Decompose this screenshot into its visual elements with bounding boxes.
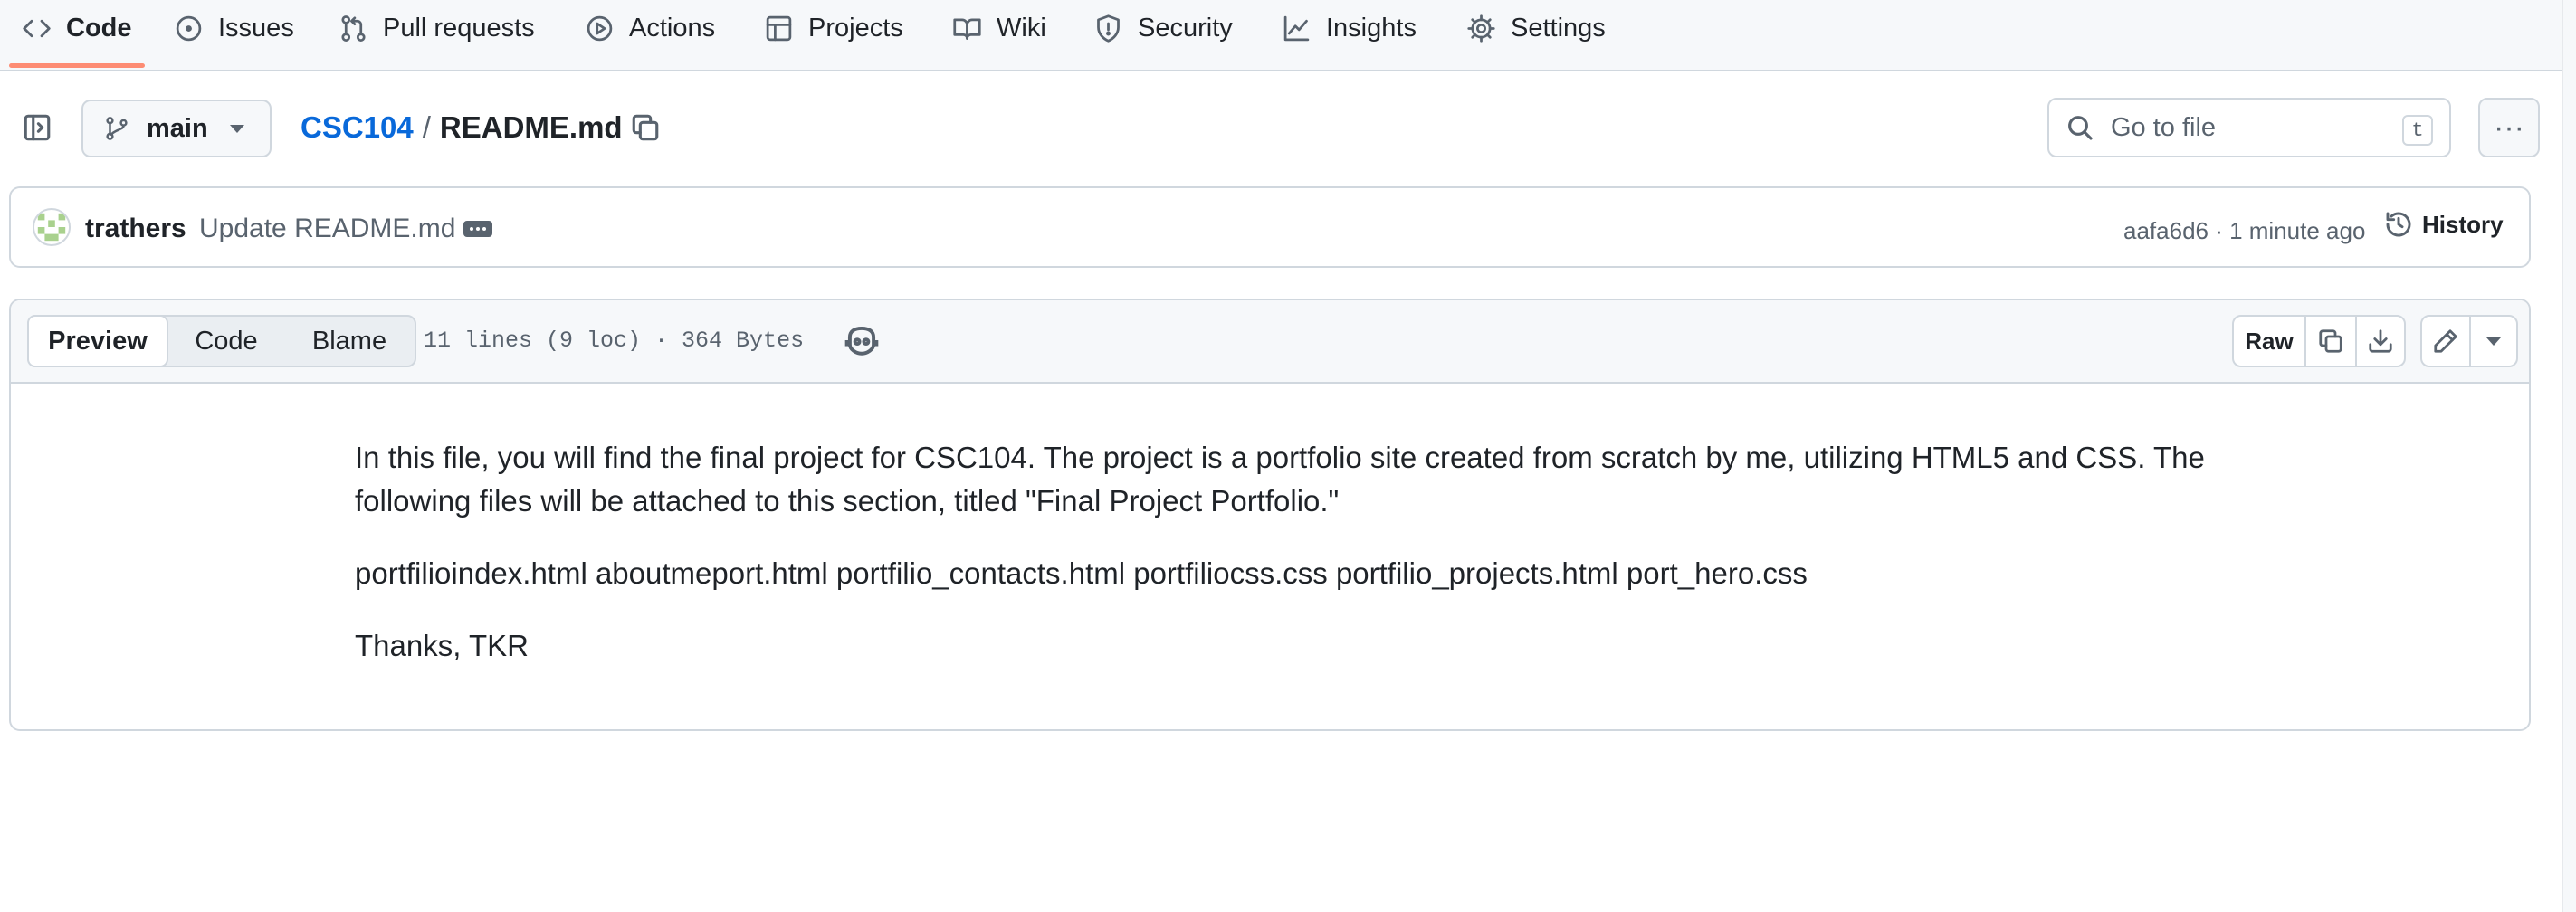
chevron-down-icon xyxy=(229,124,244,133)
copy-path-button[interactable] xyxy=(630,112,661,143)
raw-label: Raw xyxy=(2245,327,2294,355)
avatar[interactable] xyxy=(33,208,71,246)
branch-selector[interactable]: main xyxy=(81,100,272,157)
tab-actions[interactable]: Actions xyxy=(585,0,715,56)
chevron-down-icon xyxy=(2486,337,2501,346)
file-stats: 11 lines (9 loc) · 364 Bytes xyxy=(424,328,805,354)
copy-raw-button[interactable] xyxy=(2304,315,2357,367)
file-toolbar: Preview Code Blame 11 lines (9 loc) · 36… xyxy=(11,300,2529,384)
breadcrumb-repo-link[interactable]: CSC104 xyxy=(301,110,414,145)
tab-code-view[interactable]: Code xyxy=(170,317,282,366)
table-icon xyxy=(766,15,792,41)
commit-author[interactable]: trathers xyxy=(85,214,186,244)
gear-icon xyxy=(1467,14,1495,43)
scrollbar[interactable] xyxy=(2562,0,2576,912)
tab-issues-label: Issues xyxy=(218,13,294,43)
branch-icon xyxy=(106,117,128,140)
edit-dropdown-button[interactable] xyxy=(2469,315,2518,367)
tab-security[interactable]: Security xyxy=(1093,0,1233,56)
shield-icon xyxy=(1097,14,1120,43)
tab-actions-label: Actions xyxy=(629,13,716,43)
tab-blame[interactable]: Blame xyxy=(288,317,411,366)
readme-paragraph: Thanks, TKR xyxy=(355,629,529,662)
play-icon xyxy=(587,15,613,41)
pencil-icon xyxy=(2434,329,2457,353)
breadcrumb-separator: / xyxy=(422,110,431,144)
tab-code-view-label: Code xyxy=(195,326,258,356)
readme-paragraph: portfilioindex.html aboutmeport.html por… xyxy=(355,556,1808,590)
tab-settings-label: Settings xyxy=(1511,13,1606,43)
commit-message[interactable]: Update README.md xyxy=(199,214,455,244)
history-label: History xyxy=(2422,210,2504,238)
pull-request-icon xyxy=(341,14,366,42)
download-icon xyxy=(2369,329,2392,353)
tab-code-label: Code xyxy=(66,13,132,43)
tab-insights[interactable]: Insights xyxy=(1282,0,1417,56)
go-to-file-input[interactable]: Go to file t xyxy=(2047,98,2451,157)
view-mode-segmented-control: Preview Code Blame xyxy=(27,315,416,367)
copilot-button[interactable] xyxy=(844,324,880,356)
tab-blame-label: Blame xyxy=(311,326,387,356)
expand-commit-message-icon[interactable] xyxy=(463,221,492,237)
download-button[interactable] xyxy=(2355,315,2406,367)
copy-icon xyxy=(632,114,659,141)
more-options-button[interactable]: ··· xyxy=(2478,98,2540,157)
tab-preview[interactable]: Preview xyxy=(27,315,168,367)
book-icon xyxy=(953,18,981,40)
sidebar-expand-icon xyxy=(24,114,51,141)
identicon xyxy=(37,213,66,242)
active-tab-underline xyxy=(9,63,145,68)
history-button[interactable]: History xyxy=(2384,210,2504,239)
tab-preview-label: Preview xyxy=(48,326,148,356)
tab-issues[interactable]: Issues xyxy=(174,0,294,56)
latest-commit-bar: trathers Update README.md aafa6d6 · 1 mi… xyxy=(9,186,2531,268)
tab-insights-label: Insights xyxy=(1326,13,1417,43)
readme-paragraph: In this file, you will find the final pr… xyxy=(355,441,2205,518)
graph-icon xyxy=(1283,15,1310,41)
kebab-icon: ··· xyxy=(2494,109,2524,145)
copilot-icon xyxy=(844,326,879,356)
shortcut-key: t xyxy=(2402,115,2433,146)
breadcrumb: CSC104 / README.md xyxy=(301,110,623,145)
copy-icon xyxy=(2319,329,2342,353)
raw-button[interactable]: Raw xyxy=(2232,315,2306,367)
tab-security-label: Security xyxy=(1138,13,1233,43)
code-icon xyxy=(23,19,51,37)
repo-nav: Code Issues Pull requests Actions Projec… xyxy=(0,0,2562,71)
issue-icon xyxy=(176,15,202,41)
search-placeholder: Go to file xyxy=(2111,112,2217,142)
history-icon xyxy=(2386,212,2411,237)
tab-pull-requests[interactable]: Pull requests xyxy=(339,0,535,56)
search-icon xyxy=(2068,116,2093,140)
branch-name: main xyxy=(147,113,208,143)
tab-wiki[interactable]: Wiki xyxy=(952,0,1046,56)
tab-pull-requests-label: Pull requests xyxy=(383,13,535,43)
tab-settings[interactable]: Settings xyxy=(1466,0,1606,56)
commit-meta[interactable]: aafa6d6 · 1 minute ago xyxy=(2123,217,2365,245)
tab-projects[interactable]: Projects xyxy=(764,0,903,56)
edit-actions-group xyxy=(2420,315,2518,367)
tab-wiki-label: Wiki xyxy=(997,13,1046,43)
file-viewer: Preview Code Blame 11 lines (9 loc) · 36… xyxy=(9,299,2531,731)
readme-content: In this file, you will find the final pr… xyxy=(355,436,2219,697)
tab-projects-label: Projects xyxy=(808,13,903,43)
sidebar-toggle-button[interactable] xyxy=(22,112,52,143)
raw-actions-group: Raw xyxy=(2232,315,2406,367)
breadcrumb-file: README.md xyxy=(439,110,623,144)
tab-code[interactable]: Code xyxy=(22,0,132,56)
edit-button[interactable] xyxy=(2420,315,2471,367)
